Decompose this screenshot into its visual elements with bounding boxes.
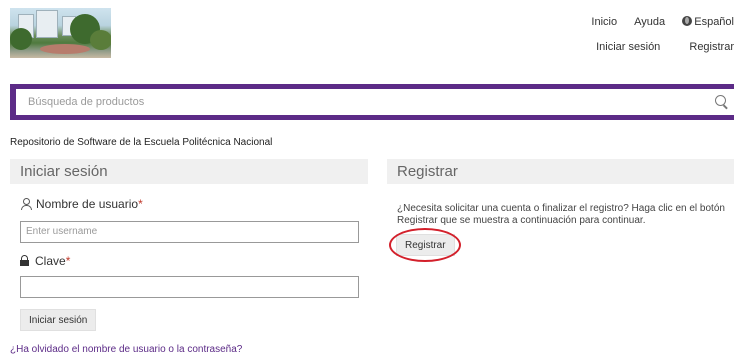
top-nav: Inicio Ayuda Español xyxy=(577,16,734,28)
search-placeholder: Búsqueda de productos xyxy=(28,96,145,108)
required-mark: * xyxy=(65,254,71,268)
lock-icon xyxy=(20,255,29,266)
password-label: Clave* xyxy=(20,254,70,268)
site-logo[interactable] xyxy=(10,8,111,58)
register-link[interactable]: Registrar xyxy=(689,41,734,53)
highlight-circle xyxy=(389,228,461,262)
nav-home-link[interactable]: Inicio xyxy=(591,16,617,28)
nav-help-link[interactable]: Ayuda xyxy=(634,16,665,28)
forgot-credentials-link[interactable]: ¿Ha olvidado el nombre de usuario o la c… xyxy=(10,344,242,355)
username-field[interactable]: Enter username xyxy=(20,221,359,243)
login-button[interactable]: Iniciar sesión xyxy=(20,309,97,331)
username-placeholder: Enter username xyxy=(26,226,98,237)
repository-title: Repositorio de Software de la Escuela Po… xyxy=(10,137,273,148)
register-heading: Registrar xyxy=(387,159,734,184)
login-heading: Iniciar sesión xyxy=(10,159,368,184)
account-nav: Iniciar sesión Registrar xyxy=(570,41,734,53)
required-mark: * xyxy=(138,197,143,211)
user-icon xyxy=(20,198,32,210)
search-bar: Búsqueda de productos xyxy=(10,84,734,120)
register-description: ¿Necesita solicitar una cuenta o finaliz… xyxy=(397,203,725,226)
search-icon[interactable] xyxy=(715,95,726,106)
language-selector[interactable]: Español xyxy=(682,16,734,28)
login-link[interactable]: Iniciar sesión xyxy=(596,41,660,53)
username-label: Nombre de usuario* xyxy=(20,197,143,211)
password-field[interactable] xyxy=(20,276,359,298)
globe-icon xyxy=(682,16,693,26)
search-input[interactable]: Búsqueda de productos xyxy=(16,89,734,115)
